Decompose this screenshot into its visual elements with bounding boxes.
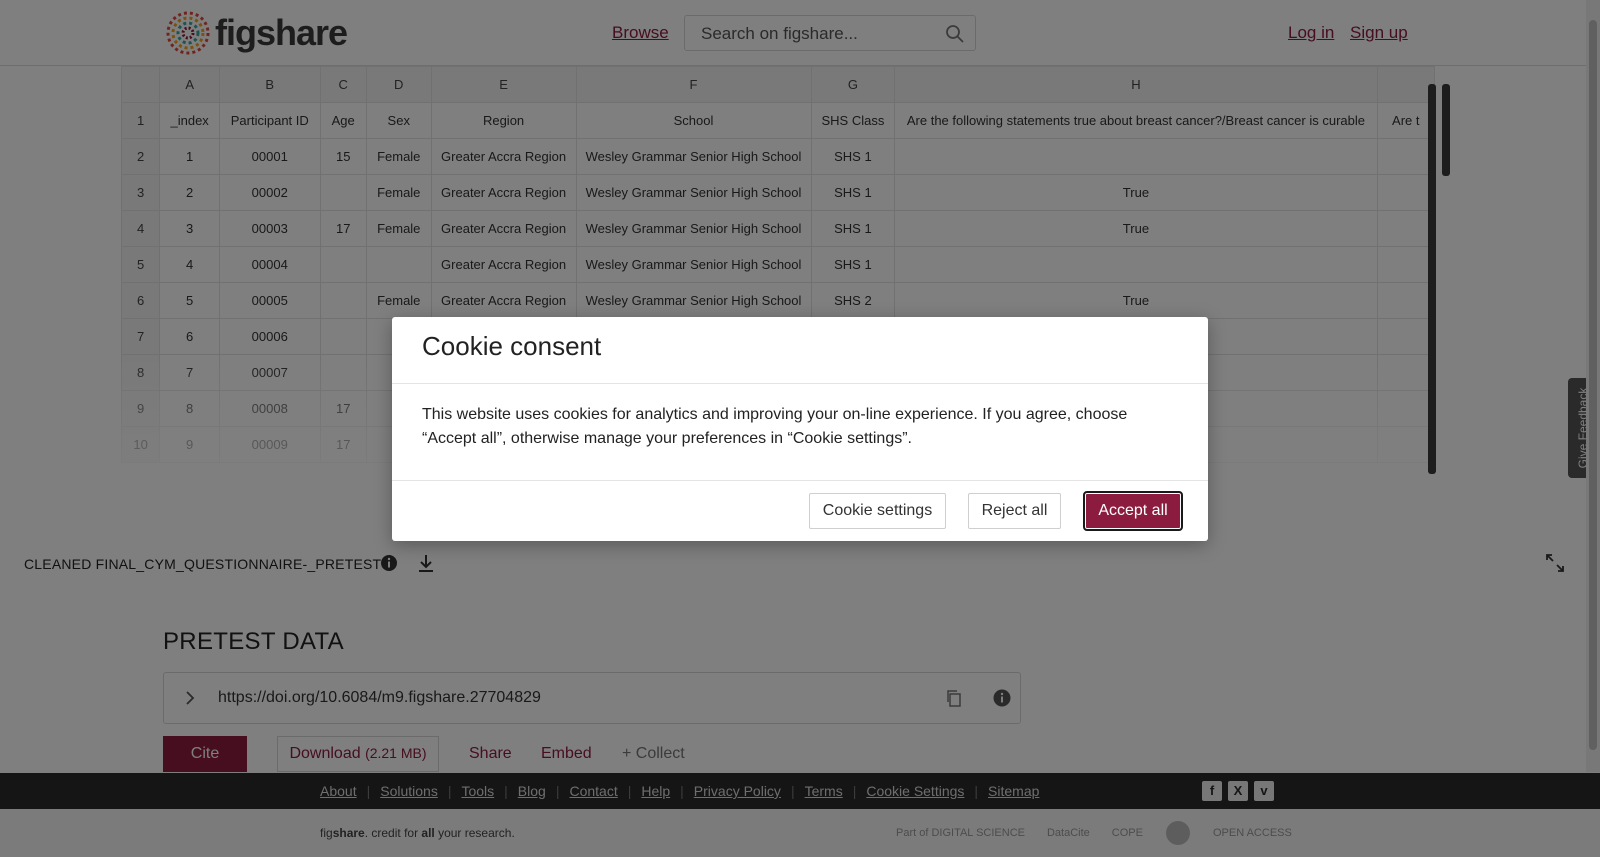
cookie-consent-dialog: Cookie consent This website uses cookies…	[392, 317, 1208, 541]
divider	[392, 383, 1208, 384]
divider	[392, 480, 1208, 481]
cookie-consent-title: Cookie consent	[422, 331, 602, 361]
cookie-consent-message: This website uses cookies for analytics …	[422, 406, 1128, 447]
reject-all-button[interactable]: Reject all	[968, 493, 1061, 529]
cookie-settings-button[interactable]: Cookie settings	[809, 493, 946, 529]
accept-all-button[interactable]: Accept all	[1083, 491, 1183, 531]
